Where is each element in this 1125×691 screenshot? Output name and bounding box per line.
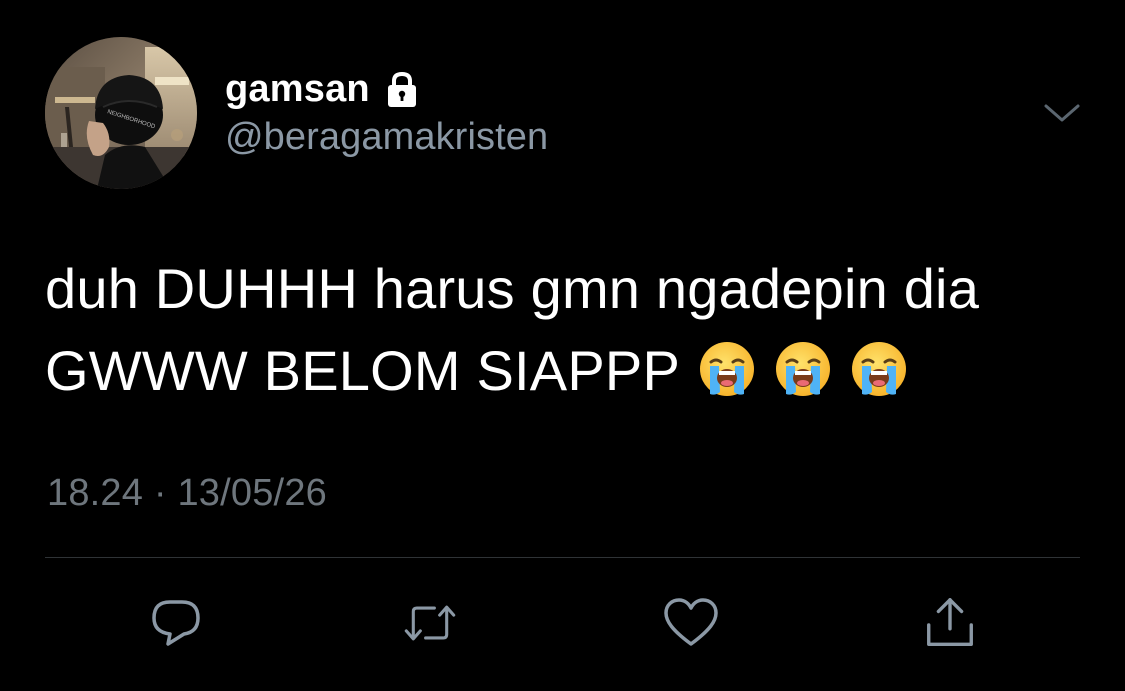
like-button[interactable] xyxy=(662,596,720,650)
user-handle[interactable]: @beragamakristen xyxy=(225,116,548,159)
heart-icon xyxy=(664,598,718,646)
loudly-crying-face-emoji xyxy=(774,338,832,396)
avatar[interactable]: NEIGHBORHOOD xyxy=(45,37,197,189)
share-button[interactable] xyxy=(921,596,979,650)
reply-icon xyxy=(152,600,200,646)
divider xyxy=(45,557,1080,558)
tweet-timestamp[interactable]: 18.24 · 13/05/26 xyxy=(47,472,327,515)
loudly-crying-face-emoji xyxy=(698,338,756,396)
display-name[interactable]: gamsan xyxy=(225,68,370,111)
retweet-icon xyxy=(404,605,456,641)
chevron-down-icon[interactable] xyxy=(1040,96,1084,132)
tweet-text: duh DUHHH harus gmn ngadepin dia GWWW BE… xyxy=(45,248,1085,412)
author-name-row: gamsan xyxy=(225,66,422,112)
loudly-crying-face-emoji xyxy=(850,338,908,396)
reply-button[interactable] xyxy=(147,596,205,650)
tweet-text-line-content: GWWW BELOM SIAPPP xyxy=(45,339,681,402)
retweet-button[interactable] xyxy=(401,596,459,650)
lock-icon xyxy=(382,69,422,109)
avatar-photo: NEIGHBORHOOD xyxy=(45,37,197,189)
tweet-text-line-2: GWWW BELOM SIAPPP xyxy=(45,330,1085,412)
share-icon xyxy=(927,598,973,646)
tweet-text-line: duh DUHHH harus gmn ngadepin dia xyxy=(45,257,980,320)
